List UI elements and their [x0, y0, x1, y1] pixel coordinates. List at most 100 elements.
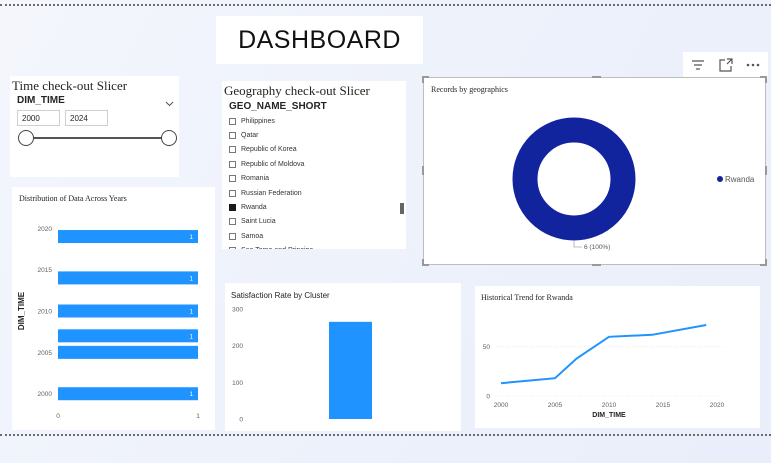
checkbox[interactable]: [229, 132, 236, 140]
geo-item[interactable]: Saint Lucia: [229, 215, 313, 229]
x-tick-label: 2005: [548, 402, 563, 409]
geo-item[interactable]: Samoa: [229, 229, 313, 243]
focus-mode-icon[interactable]: [715, 54, 737, 76]
checkbox[interactable]: [229, 146, 236, 154]
bar[interactable]: [58, 345, 198, 359]
records-by-geographics-chart[interactable]: Records by geographics 6 (100%) Rwanda: [422, 76, 767, 266]
start-year-input[interactable]: 2000: [17, 110, 60, 126]
bar-chart: DIM_TIME 2020 2015 2010 2005 2000 0 1 1 1 1 1 1: [17, 226, 200, 420]
legend-label[interactable]: Rwanda: [725, 175, 755, 184]
checkbox[interactable]: [229, 218, 236, 226]
geo-item[interactable]: Republic of Moldova: [229, 157, 313, 171]
y-tick-label: 0: [486, 394, 490, 401]
y-tick-label: 50: [483, 344, 491, 351]
geography-slicer: Geography check-out Slicer GEO_NAME_SHOR…: [222, 81, 406, 249]
resize-handle[interactable]: [592, 76, 601, 78]
donut-slice-rwanda[interactable]: [512, 117, 636, 241]
scrollbar-thumb[interactable]: [400, 203, 404, 214]
column-chart: 300 200 100 0: [232, 307, 372, 424]
bar[interactable]: [58, 304, 198, 318]
bar-data-label: 1: [189, 333, 193, 340]
bar-data-label: 1: [189, 275, 193, 282]
checkbox[interactable]: [229, 175, 236, 183]
top-border: [0, 4, 771, 6]
geo-item-label: Saint Lucia: [241, 218, 276, 226]
historical-trend-chart[interactable]: Historical Trend for Rwanda 50 0 2000 2005 2…: [475, 286, 760, 428]
geo-item-label: Republic of Moldova: [241, 160, 305, 168]
geo-item-label: Romania: [241, 175, 270, 183]
geo-item[interactable]: Republic of Korea: [229, 143, 313, 157]
resize-handle[interactable]: [422, 166, 424, 175]
y-tick-label: 2000: [38, 391, 53, 398]
checkbox[interactable]: [229, 117, 236, 125]
bar-data-label: 1: [189, 391, 193, 398]
resize-handle[interactable]: [765, 166, 767, 175]
x-tick-label: 2010: [602, 402, 617, 409]
data-label-leader: [573, 241, 582, 248]
x-axis-label: DIM_TIME: [592, 412, 626, 419]
geo-item-label: Philippines: [241, 117, 275, 125]
geo-item[interactable]: Qatar: [229, 128, 313, 142]
time-slicer-heading: Time check-out Slicer: [12, 78, 128, 93]
geo-item[interactable]: Sao Tome and Principe: [229, 244, 313, 249]
page-title: DASHBOARD: [238, 25, 401, 54]
more-options-icon[interactable]: [742, 54, 764, 76]
legend-marker: [717, 176, 723, 182]
geo-item-label: Sao Tome and Principe: [241, 247, 313, 249]
geo-item[interactable]: Romania: [229, 172, 313, 186]
y-tick-label: 100: [232, 380, 243, 387]
resize-handle[interactable]: [422, 76, 424, 83]
bar[interactable]: [58, 271, 198, 285]
resize-handle[interactable]: [422, 259, 424, 266]
geo-item[interactable]: Rwanda: [229, 200, 313, 214]
x-tick-label: 2020: [710, 402, 725, 409]
geo-item-label: Qatar: [241, 132, 259, 140]
x-tick-label: 2015: [656, 402, 671, 409]
checkbox[interactable]: [229, 204, 236, 212]
visual-toolbar: [683, 52, 768, 78]
y-tick-label: 2010: [38, 309, 53, 316]
checkbox[interactable]: [229, 232, 236, 240]
geo-slicer-field: GEO_NAME_SHORT: [229, 101, 327, 112]
bar-data-label: 1: [189, 234, 193, 241]
slider-track[interactable]: [26, 137, 169, 139]
end-year-input[interactable]: 2024: [65, 110, 108, 126]
y-tick-label: 0: [239, 417, 243, 424]
satisfaction-chart[interactable]: Satisfaction Rate by Cluster 300 200 100 0: [225, 283, 461, 431]
line-chart: 50 0 2000 2005 2010 2015 2020 DIM_TIME: [483, 324, 725, 419]
page-title-box: DASHBOARD: [216, 16, 423, 64]
geo-item-label: Samoa: [241, 232, 264, 240]
time-slicer-field: DIM_TIME: [17, 95, 65, 106]
resize-handle[interactable]: [765, 76, 767, 83]
y-tick-label: 300: [232, 307, 243, 314]
resize-handle[interactable]: [592, 264, 601, 266]
x-tick-label: 1: [196, 413, 200, 420]
x-tick-label: 0: [56, 413, 60, 420]
x-tick-label: 2000: [494, 402, 509, 409]
checkbox[interactable]: [229, 160, 236, 168]
distribution-chart[interactable]: Distribution of Data Across Years DIM_TI…: [12, 187, 215, 430]
y-tick-label: 200: [232, 343, 243, 350]
geo-item[interactable]: Philippines: [229, 114, 313, 128]
bar[interactable]: [58, 329, 198, 343]
slider-end-handle[interactable]: [161, 130, 177, 146]
bar[interactable]: [58, 230, 198, 244]
donut-data-label: 6 (100%): [584, 244, 610, 251]
y-tick-label: 2020: [38, 226, 53, 233]
geo-item-label: Russian Federation: [241, 189, 302, 197]
geo-item-label: Rwanda: [241, 204, 267, 212]
slider-start-handle[interactable]: [18, 130, 34, 146]
series-line[interactable]: [500, 324, 707, 385]
bar[interactable]: [58, 387, 198, 401]
checkbox[interactable]: [229, 247, 236, 249]
filter-icon[interactable]: [687, 54, 709, 76]
y-tick-label: 2005: [38, 350, 53, 357]
geo-list: Philippines Qatar Republic of Korea Republi…: [229, 114, 313, 249]
chevron-down-icon[interactable]: [165, 94, 174, 112]
y-tick-label: 2015: [38, 267, 53, 274]
bar-data-label: 1: [189, 309, 193, 316]
bar[interactable]: [329, 321, 372, 419]
checkbox[interactable]: [229, 189, 236, 197]
geo-item[interactable]: Russian Federation: [229, 186, 313, 200]
resize-handle[interactable]: [765, 259, 767, 266]
